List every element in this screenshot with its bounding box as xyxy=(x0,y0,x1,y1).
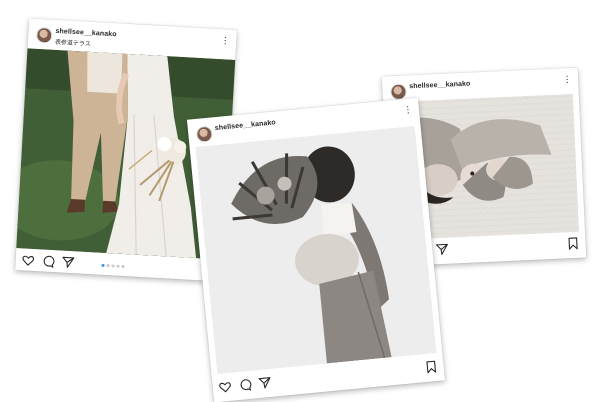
username[interactable]: shellsee__kanako xyxy=(215,119,277,132)
share-icon[interactable] xyxy=(435,243,449,257)
avatar[interactable] xyxy=(390,83,407,101)
bookmark-icon[interactable] xyxy=(424,360,438,374)
like-heart-icon[interactable] xyxy=(218,380,232,394)
avatar[interactable] xyxy=(195,125,214,143)
more-options-icon[interactable]: ⋮ xyxy=(220,35,231,46)
maternity-photo-illustration xyxy=(195,125,437,375)
more-options-icon[interactable]: ⋮ xyxy=(562,74,572,84)
carousel-dots xyxy=(101,263,125,269)
share-icon[interactable] xyxy=(61,256,75,270)
like-heart-icon[interactable] xyxy=(21,253,35,267)
bookmark-icon[interactable] xyxy=(566,237,580,251)
username[interactable]: shellsee__kanako xyxy=(409,81,470,91)
comment-icon[interactable] xyxy=(238,378,252,392)
more-options-icon[interactable]: ⋮ xyxy=(403,104,414,115)
avatar[interactable] xyxy=(35,26,53,44)
comment-icon[interactable] xyxy=(41,254,55,269)
location[interactable]: 表参道テラス xyxy=(55,37,91,48)
share-icon[interactable] xyxy=(258,376,272,390)
post-photo xyxy=(195,125,437,375)
instagram-post-maternity: shellsee__kanako ⋮ xyxy=(186,97,446,402)
